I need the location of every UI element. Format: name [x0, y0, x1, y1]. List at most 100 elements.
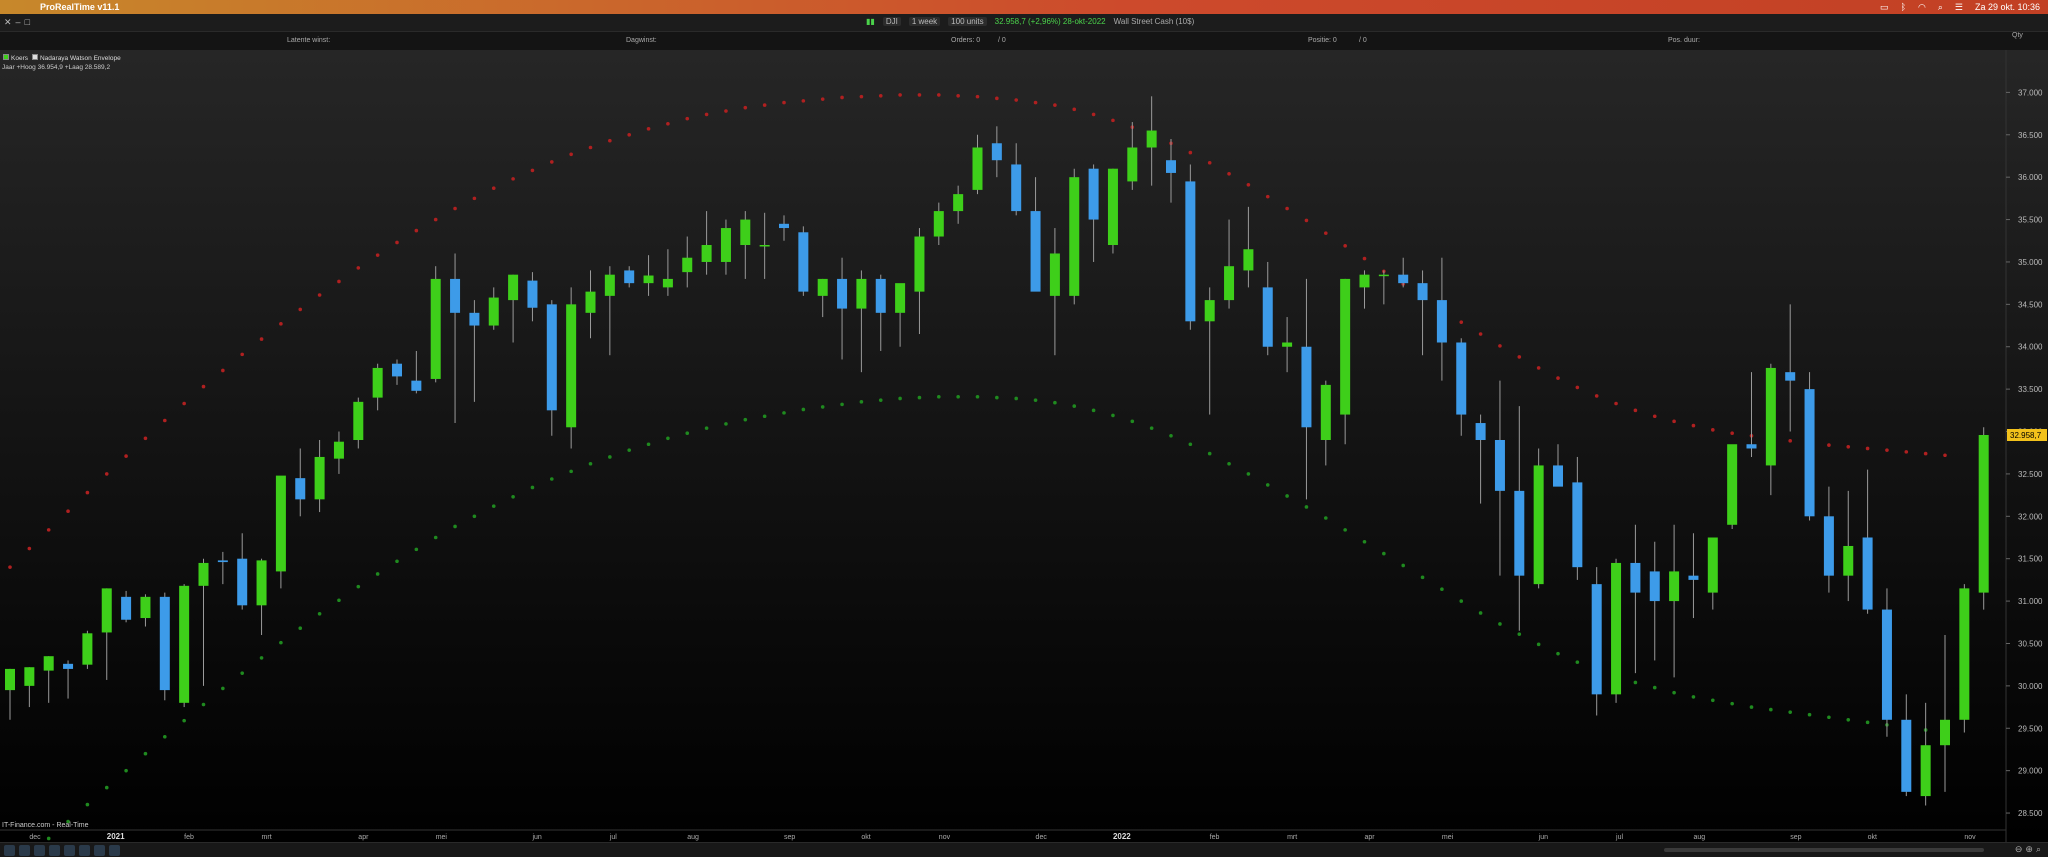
lower-envelope-point	[550, 477, 554, 481]
lower-envelope-point	[143, 751, 148, 756]
position-duration[interactable]: Pos. duur:	[1668, 37, 1700, 44]
candle-body	[179, 585, 190, 703]
lower-envelope-point	[917, 395, 922, 400]
candle-body	[140, 596, 151, 619]
maximize-icon[interactable]: □	[25, 17, 30, 28]
crosshair-icon[interactable]	[34, 845, 45, 856]
candle-body	[1901, 719, 1912, 792]
legend-koers[interactable]: Koers	[3, 54, 28, 62]
candle-body	[1127, 147, 1138, 182]
x-tick-label: nov	[1964, 834, 1976, 841]
orders-count[interactable]: Orders: 0	[951, 37, 980, 44]
lower-envelope-point	[1652, 685, 1657, 690]
x-tick-label: okt	[861, 834, 870, 841]
lower-envelope-point	[588, 461, 593, 466]
candle-body	[1611, 562, 1622, 695]
daily-profit[interactable]: Dagwinst:	[626, 37, 657, 44]
y-tick-label: 35.000	[2018, 258, 2043, 267]
candle-body	[1514, 490, 1525, 576]
upper-envelope-point	[1207, 160, 1212, 165]
candle-body	[1553, 465, 1563, 487]
instrument-selector[interactable]: DJI	[882, 17, 901, 26]
upper-envelope-point	[317, 293, 322, 297]
lower-envelope-point	[1440, 587, 1444, 592]
upper-envelope-point	[840, 95, 844, 100]
indicator-icon[interactable]	[79, 845, 90, 856]
chart-legend: Koers Nadaraya Watson Envelope	[3, 54, 121, 62]
units-selector[interactable]: 100 units	[948, 17, 987, 26]
latent-profit[interactable]: Latente winst:	[287, 37, 330, 44]
candle-body	[895, 283, 906, 313]
upper-envelope-point	[627, 132, 631, 137]
control-center-icon[interactable]: ☰	[1955, 2, 1963, 13]
upper-envelope-point	[1943, 453, 1947, 458]
upper-envelope-point	[511, 177, 515, 181]
chart-scrollbar[interactable]	[1664, 848, 1984, 852]
line-icon[interactable]	[49, 845, 60, 856]
search-icon[interactable]: ⌕	[1938, 2, 1943, 13]
upper-envelope-point	[1556, 376, 1560, 380]
lower-envelope-point	[530, 485, 535, 490]
upper-envelope-point	[85, 490, 90, 495]
lower-envelope-point	[1575, 660, 1580, 664]
candle-body	[1146, 130, 1157, 148]
close-icon[interactable]: ✕	[4, 17, 12, 28]
candle-body	[1359, 274, 1370, 288]
lower-envelope-point	[762, 414, 767, 419]
price-chart[interactable]: 28.500 29.000 29.500 30.000 30.500 31.000 31.5…	[0, 50, 2048, 857]
lower-envelope-point	[1188, 442, 1193, 447]
lower-envelope-point	[1711, 698, 1715, 703]
candle-body	[1456, 342, 1467, 415]
wifi-icon[interactable]: ◠	[1918, 2, 1926, 13]
candle-body	[159, 596, 170, 691]
upper-envelope-point	[1188, 150, 1193, 155]
cursor-icon[interactable]	[19, 845, 30, 856]
lower-envelope-point	[878, 398, 883, 402]
x-tick-label: 2021	[107, 832, 125, 841]
lower-envelope-point	[820, 405, 825, 409]
chart-type-icon[interactable]: ▮▮	[866, 17, 875, 26]
candle-body	[817, 278, 828, 296]
upper-envelope-point	[1362, 256, 1367, 261]
lower-envelope-point	[85, 802, 90, 807]
legend-envelope[interactable]: Nadaraya Watson Envelope	[31, 54, 121, 62]
lower-envelope-point	[569, 469, 573, 474]
qty-label: Qty	[2012, 32, 2023, 39]
bluetooth-icon[interactable]: ᛒ	[1901, 2, 1906, 12]
y-tick-label: 30.000	[2018, 682, 2043, 691]
palette-icon[interactable]	[94, 845, 105, 856]
y-tick-label: 37.000	[2018, 88, 2043, 97]
battery-icon[interactable]: ▭	[1880, 2, 1889, 13]
candle-body	[1591, 584, 1602, 695]
pencil-icon[interactable]	[4, 845, 15, 856]
candle-body	[837, 278, 848, 309]
table-icon[interactable]	[64, 845, 75, 856]
candle-body	[701, 245, 712, 262]
y-tick-label: 35.500	[2018, 216, 2043, 225]
upper-envelope-point	[1517, 355, 1522, 359]
print-icon[interactable]	[109, 845, 120, 856]
lower-envelope-point	[104, 785, 109, 790]
lower-envelope-point	[646, 442, 651, 447]
x-tick-label: mei	[436, 834, 448, 841]
upper-envelope-point	[1904, 450, 1909, 454]
lower-envelope-point	[1672, 690, 1676, 695]
upper-envelope-point	[1014, 98, 1018, 102]
minimize-icon[interactable]: –	[16, 17, 21, 28]
lower-envelope-point	[975, 394, 980, 399]
chart-panel[interactable]: 28.500 29.000 29.500 30.000 30.500 31.000 31.5…	[0, 50, 2048, 857]
timeframe-selector[interactable]: 1 week	[908, 17, 941, 26]
clock[interactable]: Za 29 okt. 10:36	[1975, 2, 2040, 12]
upper-envelope-point	[1614, 401, 1618, 406]
upper-envelope-point	[550, 160, 554, 164]
lower-envelope-point	[46, 836, 51, 841]
y-tick-label: 28.500	[2018, 809, 2043, 818]
y-tick-label: 33.500	[2018, 385, 2043, 394]
candle-body	[1533, 465, 1544, 585]
x-tick-label: jun	[531, 834, 541, 841]
candle-body	[585, 291, 596, 313]
position-count[interactable]: Positie: 0	[1308, 37, 1337, 44]
zoom-controls[interactable]: ⊖⊕⌕	[2015, 844, 2044, 855]
lower-envelope-point	[724, 422, 728, 426]
lower-envelope-point	[356, 584, 361, 589]
